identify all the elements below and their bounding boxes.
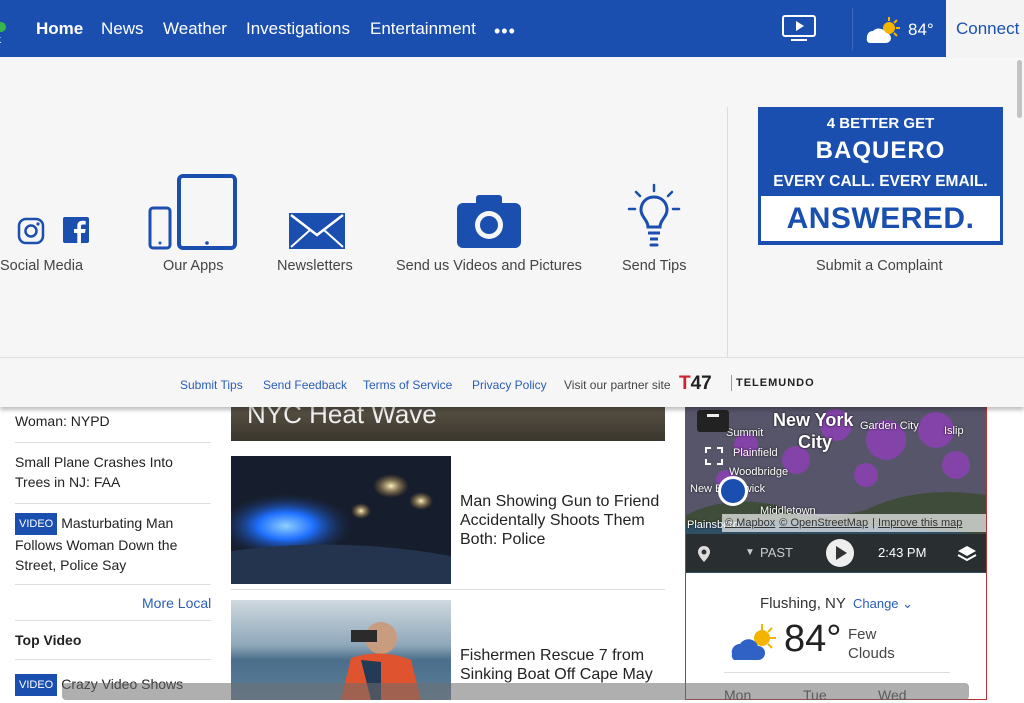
telemundo-logo[interactable]: T47 xyxy=(679,373,712,395)
story-headline[interactable]: Man Showing Gun to Friend Accidentally S… xyxy=(460,492,660,549)
menu-item-newsletters[interactable]: Newsletters xyxy=(277,258,353,274)
vertical-scrollbar[interactable] xyxy=(1017,60,1022,118)
camera-icon[interactable] xyxy=(456,193,522,254)
nav-weather-temp[interactable]: 84° xyxy=(908,20,934,40)
divider xyxy=(15,620,211,621)
menu-item-submit-complaint[interactable]: Submit a Complaint xyxy=(816,258,943,274)
partner-text: Visit our partner site xyxy=(564,378,671,392)
menu-item-social-media[interactable]: Social Media xyxy=(0,258,83,274)
promo-answered: ANSWERED. xyxy=(786,202,975,235)
privacy-policy-link[interactable]: Privacy Policy xyxy=(472,378,547,392)
more-local-link[interactable]: More Local xyxy=(142,595,211,611)
divider xyxy=(727,107,728,357)
promo-answered-box: ANSWERED. xyxy=(761,196,1000,241)
more-menu-button[interactable]: ••• xyxy=(494,21,516,42)
weather-condition: Few Clouds xyxy=(848,626,895,662)
change-location-link[interactable]: Change ⌄ xyxy=(853,596,913,612)
connect-tab[interactable]: Connect xyxy=(946,0,1024,57)
divider xyxy=(15,503,211,504)
nav-home[interactable]: Home xyxy=(36,19,83,39)
nav-weather[interactable]: Weather xyxy=(163,19,227,39)
menu-item-our-apps[interactable]: Our Apps xyxy=(163,258,223,274)
devices-icon[interactable] xyxy=(148,174,240,255)
connect-menu: Social Media Our Apps Newsletters Send u… xyxy=(0,57,1024,407)
nav-entertainment[interactable]: Entertainment xyxy=(370,19,476,39)
better-get-baquero-banner[interactable]: 4 BETTER GET BAQUERO EVERY CALL. EVERY E… xyxy=(758,107,1003,245)
police-lights-image xyxy=(231,456,451,584)
divider xyxy=(15,442,211,443)
network-logo[interactable]: K xyxy=(0,18,10,45)
divider xyxy=(231,589,665,590)
list-item[interactable]: Small Plane Crashes Into Trees in NJ: FA… xyxy=(15,452,211,492)
svg-text:K: K xyxy=(0,36,2,44)
telemundo-t-icon: T xyxy=(679,373,691,394)
promo-title: BAQUERO xyxy=(815,137,946,164)
divider xyxy=(724,672,950,673)
nav-news[interactable]: News xyxy=(101,19,144,39)
top-nav: K Home News Weather Investigations Enter… xyxy=(0,0,1024,57)
divider xyxy=(0,357,1024,358)
menu-item-send-tips[interactable]: Send Tips xyxy=(622,258,687,274)
hero-caption: NYC Heat Wave xyxy=(247,405,437,429)
menu-item-send-videos[interactable]: Send us Videos and Pictures xyxy=(396,258,582,274)
story-headline[interactable]: Fishermen Rescue 7 from Sinking Boat Off… xyxy=(460,646,660,684)
list-item[interactable]: Woman: NYPD xyxy=(15,411,211,431)
envelope-icon[interactable] xyxy=(288,211,346,256)
divider xyxy=(15,584,211,585)
section-title: Top Video xyxy=(15,632,82,648)
promo-line: EVERY CALL. EVERY EMAIL. xyxy=(773,173,988,190)
hero-video[interactable]: NYC Heat Wave xyxy=(231,405,665,441)
current-temperature: 84° xyxy=(784,618,842,660)
facebook-icon[interactable] xyxy=(62,216,90,249)
divider xyxy=(15,659,211,660)
lightbulb-icon[interactable] xyxy=(626,183,682,254)
terms-of-service-link[interactable]: Terms of Service xyxy=(363,378,452,392)
telemundo-wordmark: TELEMUNDO xyxy=(736,377,815,389)
send-feedback-link[interactable]: Send Feedback xyxy=(263,378,347,392)
partly-sunny-icon[interactable] xyxy=(864,16,902,44)
divider xyxy=(731,375,732,391)
promo-line: 4 BETTER GET xyxy=(826,115,935,132)
list-item[interactable]: VIDEO Masturbating Man Follows Woman Down… xyxy=(15,513,211,575)
divider xyxy=(852,8,853,50)
tv-icon[interactable] xyxy=(781,14,817,42)
chevron-down-icon: ⌄ xyxy=(902,596,914,611)
instagram-icon[interactable] xyxy=(17,217,45,250)
horizontal-scrollbar[interactable] xyxy=(62,683,969,700)
nav-investigations[interactable]: Investigations xyxy=(246,19,350,39)
story-thumbnail[interactable] xyxy=(231,456,451,584)
submit-tips-link[interactable]: Submit Tips xyxy=(180,378,243,392)
video-badge: VIDEO xyxy=(15,674,58,696)
partly-sunny-icon xyxy=(726,620,782,669)
video-badge: VIDEO xyxy=(15,513,58,535)
weather-location: Flushing, NY xyxy=(760,595,846,612)
